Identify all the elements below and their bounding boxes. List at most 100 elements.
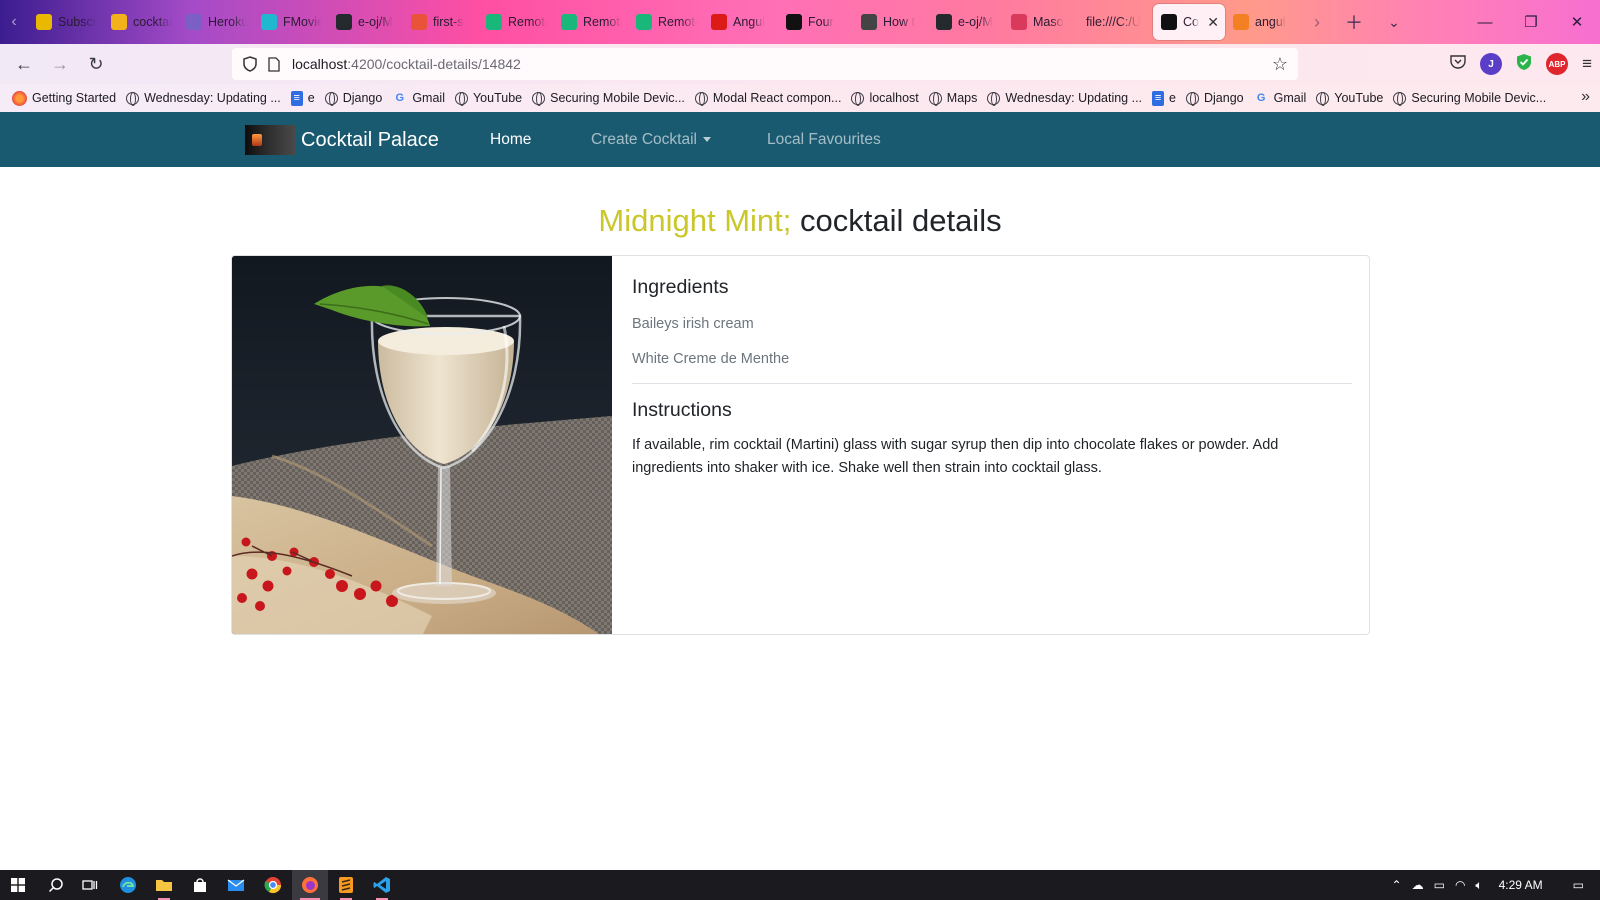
adblock-plus-icon[interactable]: ABP	[1546, 53, 1569, 75]
forward-button[interactable]: →	[42, 46, 78, 82]
bookmark-item[interactable]: Securing Mobile Devic...	[1393, 91, 1546, 106]
bookmark-item[interactable]: YouTube	[454, 91, 522, 106]
bookmark-item[interactable]: Wednesday: Updating ...	[987, 91, 1142, 106]
forward-arrow-icon: →	[51, 53, 69, 74]
tab-title: Heroku	[208, 15, 247, 29]
volume-icon[interactable]: 🔈︎	[1475, 878, 1482, 893]
browser-tab[interactable]: How t	[853, 4, 928, 40]
url-bar[interactable]: localhost:4200/cocktail-details/14842 ☆	[232, 48, 1298, 80]
sublime-button[interactable]	[328, 870, 364, 900]
tracking-shield-icon[interactable]	[238, 56, 262, 72]
nav-create-cocktail-dropdown[interactable]: Create Cocktail	[591, 131, 711, 149]
bookmark-item[interactable]: Getting Started	[12, 90, 116, 106]
store-button[interactable]	[182, 870, 218, 900]
browser-tab[interactable]: Angul	[703, 4, 778, 40]
bookmark-item[interactable]: G Gmail	[392, 91, 445, 106]
edge-taskbar-button[interactable]	[110, 870, 146, 900]
firefox-button[interactable]	[292, 870, 328, 900]
ingredient-item: Baileys irish cream	[632, 316, 754, 332]
browser-tab[interactable]: Heroku	[178, 4, 253, 40]
browser-tab[interactable]: Remote	[553, 4, 628, 40]
shield-extension-icon[interactable]	[1516, 53, 1532, 76]
nav-home-link[interactable]: Home	[490, 131, 531, 149]
browser-tab[interactable]: cocktail	[103, 4, 178, 40]
bookmark-item[interactable]: YouTube	[1316, 91, 1384, 106]
bookmark-item[interactable]: Modal React compon...	[694, 91, 841, 106]
pocket-icon[interactable]	[1450, 54, 1466, 74]
hamburger-menu-icon[interactable]: ≡	[1582, 54, 1592, 74]
brand-logo	[245, 125, 295, 155]
minimize-window-button[interactable]: —	[1462, 0, 1508, 44]
wifi-icon[interactable]: ◠	[1455, 878, 1465, 892]
bookmark-item[interactable]: Wednesday: Updating ...	[126, 91, 281, 106]
back-button[interactable]: ←	[6, 46, 42, 82]
search-button[interactable]	[38, 870, 74, 900]
task-view-button[interactable]	[72, 870, 108, 900]
browser-tab[interactable]: Remote	[478, 4, 553, 40]
browser-tab[interactable]: Four	[778, 4, 853, 40]
file-explorer-button[interactable]	[146, 870, 182, 900]
gitbook-tab-icon	[411, 14, 427, 30]
onedrive-icon[interactable]: ☁	[1412, 878, 1424, 892]
globe-icon	[694, 91, 708, 106]
url-host: localhost	[292, 56, 348, 72]
battery-icon[interactable]: ▭	[1434, 878, 1445, 892]
angular-tab-icon	[1161, 14, 1177, 30]
browser-tab[interactable]: angul	[1225, 4, 1300, 40]
tab-scroll-left-button[interactable]: ‹	[0, 0, 28, 44]
brand-link[interactable]: Cocktail Palace	[245, 125, 439, 155]
bookmark-star-icon[interactable]: ☆	[1272, 54, 1288, 75]
close-tab-icon[interactable]: ✕	[1207, 14, 1219, 31]
bookmark-item[interactable]: Django	[324, 91, 383, 106]
brand-name: Cocktail Palace	[301, 128, 439, 151]
edge-icon	[120, 877, 136, 893]
notifications-icon[interactable]: ▭	[1573, 878, 1584, 892]
new-tab-button[interactable]: ＋	[1334, 0, 1374, 44]
remote-tab-icon	[636, 14, 652, 30]
bookmark-item[interactable]: Maps	[928, 91, 977, 106]
tab-title: cocktail	[133, 15, 172, 29]
globe-icon	[324, 91, 338, 106]
google-icon: G	[1256, 92, 1266, 104]
bookmark-label: YouTube	[1334, 91, 1384, 105]
browser-tab[interactable]: FMovies	[253, 4, 328, 40]
profile-avatar-icon[interactable]: J	[1480, 53, 1503, 75]
more-bookmarks-chevron-icon[interactable]: »	[1581, 88, 1590, 106]
browser-tab[interactable]: e-oj/M	[928, 4, 1003, 40]
bookmark-item[interactable]: localhost	[851, 91, 919, 106]
bookmark-item[interactable]: Securing Mobile Devic...	[532, 91, 685, 106]
start-button[interactable]	[0, 870, 36, 900]
tab-title: first-s	[433, 15, 464, 29]
bookmark-item[interactable]: G Gmail	[1254, 91, 1306, 106]
site-navbar: Cocktail Palace Home Create Cocktail Loc…	[0, 112, 1600, 167]
browser-tab[interactable]: Subscriptions	[28, 4, 103, 40]
browser-tab[interactable]: first-s	[403, 4, 478, 40]
clock[interactable]: 4:29 AM	[1499, 878, 1543, 892]
bookmark-label: Django	[342, 91, 383, 105]
close-window-button[interactable]: ✕	[1554, 0, 1600, 44]
nav-local-favourites-link[interactable]: Local Favourites	[767, 131, 881, 149]
browser-tab-active[interactable]: Co ✕	[1153, 4, 1225, 40]
bookmark-label: Django	[1203, 91, 1244, 105]
chrome-icon	[264, 877, 282, 894]
remote-tab-icon	[486, 14, 502, 30]
tab-scroll-right-button[interactable]: ›	[1300, 0, 1334, 44]
browser-tab[interactable]: Maso	[1003, 4, 1078, 40]
bookmark-item[interactable]: ≡ e	[290, 90, 315, 106]
browser-tab[interactable]: file:///C:/U	[1078, 4, 1153, 40]
tab-title: Maso	[1033, 15, 1064, 29]
browser-tab[interactable]: e-oj/M	[328, 4, 403, 40]
bookmark-item[interactable]: Django	[1185, 91, 1244, 106]
mail-button[interactable]	[218, 870, 254, 900]
page-info-icon[interactable]	[262, 56, 286, 72]
list-all-tabs-button[interactable]: ⌄	[1374, 0, 1414, 44]
reload-button[interactable]: ↻	[78, 46, 114, 82]
vscode-button[interactable]	[364, 870, 400, 900]
url-path: :4200/cocktail-details/14842	[347, 56, 521, 72]
chrome-button[interactable]	[255, 870, 291, 900]
restore-window-button[interactable]: ❐	[1508, 0, 1554, 44]
drink-name: Midnight Mint;	[598, 203, 792, 238]
bookmark-item[interactable]: ≡ e	[1152, 90, 1176, 106]
browser-tab[interactable]: Remote	[628, 4, 703, 40]
tray-chevron-icon[interactable]: ⌃	[1392, 878, 1402, 892]
